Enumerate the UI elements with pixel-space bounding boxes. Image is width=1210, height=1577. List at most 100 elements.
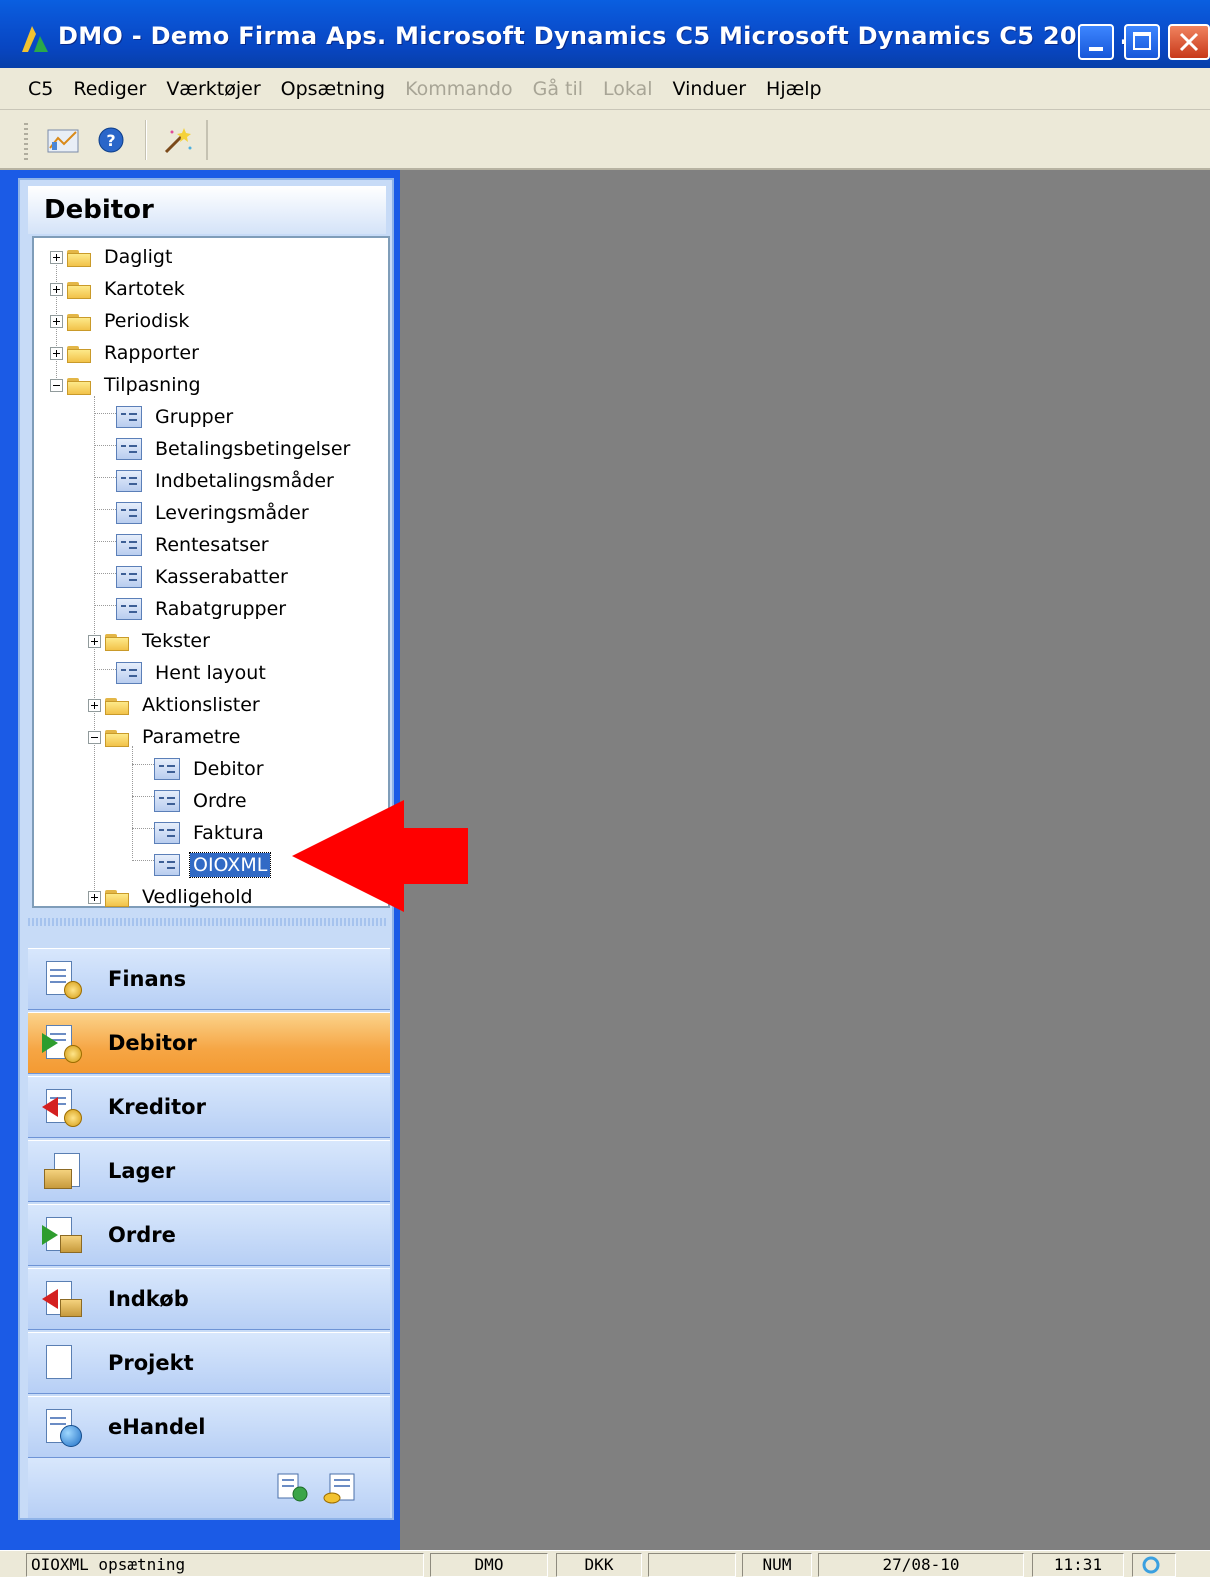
lager-icon [42,1151,82,1191]
expand-icon[interactable] [50,314,63,328]
form-icon [116,502,142,524]
toolbar: ? [0,110,1210,170]
status-date: 27/08-10 [818,1553,1024,1577]
form-icon [116,438,142,460]
status-company: DMO [430,1553,548,1577]
module-indkoeb[interactable]: Indkøb [28,1268,390,1330]
menu-opsaetning[interactable]: Opsætning [281,78,385,100]
folder-open-icon [67,376,91,395]
magic-wand-icon[interactable] [160,124,194,156]
module-projekt[interactable]: Projekt [28,1332,390,1394]
form-icon [154,758,180,780]
tree-item-faktura-parametre[interactable]: Faktura [154,818,267,848]
tree-item-tekster[interactable]: Tekster [88,626,213,656]
folder-icon [105,696,129,715]
ehandel-icon [42,1407,82,1447]
minimize-button[interactable] [1078,24,1114,60]
form-icon [116,470,142,492]
tree-item-grupper[interactable]: Grupper [116,402,236,432]
tree-item-betalingsbetingelser[interactable]: Betalingsbetingelser [116,434,353,464]
tree-item-kartotek[interactable]: Kartotek [50,274,188,304]
status-time: 11:31 [1032,1553,1124,1577]
collapse-icon[interactable] [88,730,101,744]
module-lager[interactable]: Lager [28,1140,390,1202]
tree-item-tilpasning[interactable]: Tilpasning [50,370,204,400]
module-ehandel[interactable]: eHandel [28,1396,390,1458]
menu-c5[interactable]: C5 [28,78,53,100]
expand-icon[interactable] [88,634,101,648]
coins-icon[interactable] [322,1470,358,1506]
debitor-icon [42,1023,82,1063]
expand-icon[interactable] [50,346,63,360]
menu-vaerktoejer[interactable]: Værktøjer [166,78,260,100]
indkoeb-icon [42,1279,82,1319]
form-icon [116,406,142,428]
menu-vinduer[interactable]: Vinduer [673,78,747,100]
tree-item-leveringsmaader[interactable]: Leveringsmåder [116,498,312,528]
nav-footer [28,1458,390,1518]
tree-item-vedligehold[interactable]: Vedligehold [88,882,256,912]
tree-item-periodisk[interactable]: Periodisk [50,306,192,336]
module-kreditor[interactable]: Kreditor [28,1076,390,1138]
tree-item-kasserabatter[interactable]: Kasserabatter [116,562,291,592]
folder-icon [67,280,91,299]
tree-item-hent-layout[interactable]: Hent layout [116,658,269,688]
tree-item-rentesatser[interactable]: Rentesatser [116,530,272,560]
expand-icon[interactable] [50,282,63,296]
tree-item-dagligt[interactable]: Dagligt [50,242,175,272]
expand-icon[interactable] [88,698,101,712]
folder-open-icon [105,728,129,747]
tree-item-rapporter[interactable]: Rapporter [50,338,202,368]
menu-bar: C5 Rediger Værktøjer Opsætning Kommando … [0,68,1210,110]
expand-icon[interactable] [88,890,101,904]
window-title: DMO - Demo Firma Aps. Microsoft Dynamics… [58,22,1148,50]
menu-lokal[interactable]: Lokal [603,78,652,100]
menu-hjaelp[interactable]: Hjælp [766,78,822,100]
title-bar[interactable]: DMO - Demo Firma Aps. Microsoft Dynamics… [0,0,1210,68]
menu-rediger[interactable]: Rediger [73,78,146,100]
form-icon [116,598,142,620]
toolbar-grip[interactable] [24,120,28,160]
maximize-icon [1133,32,1151,50]
module-finans[interactable]: Finans [28,948,390,1010]
status-message: OIOXML opsætning [26,1553,424,1577]
status-num: NUM [742,1553,812,1577]
collapse-icon[interactable] [50,378,63,392]
module-ordre[interactable]: Ordre [28,1204,390,1266]
form-icon [116,534,142,556]
tree-item-indbetalingsmaader[interactable]: Indbetalingsmåder [116,466,337,496]
svg-text:?: ? [106,131,115,150]
menu-kommando[interactable]: Kommando [405,78,513,100]
status-bar: OIOXML opsætning DMO DKK NUM 27/08-10 11… [0,1550,1210,1577]
tree-item-ordre-parametre[interactable]: Ordre [154,786,250,816]
form-icon [116,662,142,684]
app-icon [22,26,48,52]
help-icon[interactable]: ? [94,124,128,156]
workspace-area[interactable] [400,170,1210,1550]
folder-icon [67,344,91,363]
pane-splitter[interactable] [28,918,388,926]
close-button[interactable] [1168,24,1210,60]
form-icon [154,790,180,812]
form-icon [116,566,142,588]
red-arrow-annotation [292,800,468,912]
tree-item-rabatgrupper[interactable]: Rabatgrupper [116,594,289,624]
status-indicator [1132,1553,1176,1577]
ordre-icon [42,1215,82,1255]
toolbar-end [206,120,208,160]
finans-icon [42,959,82,999]
tree-item-debitor-parametre[interactable]: Debitor [154,754,267,784]
form-icon [154,822,180,844]
tree-item-aktionslister[interactable]: Aktionslister [88,690,263,720]
folder-icon [105,888,129,907]
tree-item-parametre[interactable]: Parametre [88,722,243,752]
chart-icon[interactable] [46,124,80,156]
minimize-icon [1089,47,1103,51]
menu-gaa-til[interactable]: Gå til [533,78,583,100]
users-icon[interactable] [274,1470,310,1506]
expand-icon[interactable] [50,250,63,264]
tree-item-oioxml[interactable]: OIOXML [154,850,272,880]
close-icon [1179,32,1199,52]
maximize-button[interactable] [1124,24,1160,60]
module-debitor[interactable]: Debitor [28,1012,390,1074]
